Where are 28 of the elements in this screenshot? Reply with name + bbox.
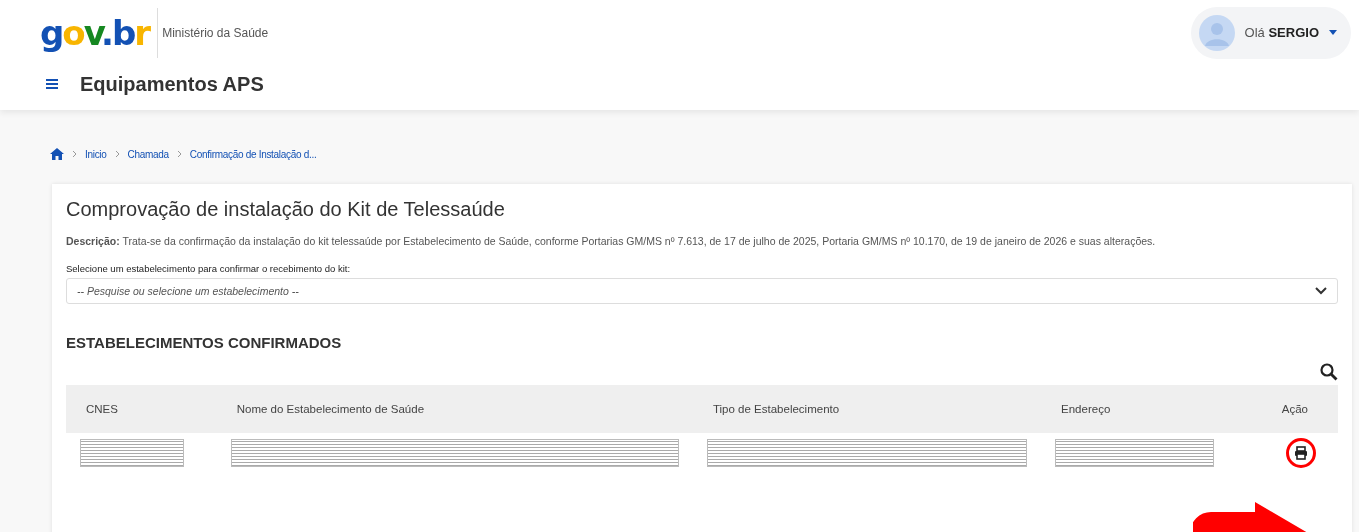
chevron-icon [72,150,77,158]
select-label: Selecione um estabelecimento para confirmar o recebimento do kit: [66,263,352,274]
home-icon[interactable] [50,148,64,160]
column-header: Nome do Estabelecimento de Saúde [236,403,425,415]
section-heading: ESTABELECIMENTOS CONFIRMADOS [66,334,343,351]
app-title: Equipamentos APS [80,72,264,96]
breadcrumb-link[interactable]: Confirmação de Instalação d... [189,148,317,160]
search-icon[interactable] [1320,363,1338,381]
column-header: Tipo de Estabelecimento [712,403,840,415]
chevron-down-icon [1315,287,1327,295]
menu-icon[interactable] [46,79,58,89]
avatar-icon [1198,14,1235,51]
breadcrumb-link[interactable]: Chamada [127,148,169,160]
description-text: Descrição: Trata-se da confirmação da instalação do kit telessaúde por Estabelecimento de Saúde, conforme Portarias GM/MS nº 7.613, de 17 de julho de 2025, Portaria GM/MS nº 10.170, de 19 de janeiro de 2026 e suas alterações. [66,234,1157,249]
breadcrumb-link[interactable]: Inicio [85,148,107,160]
chevron-icon [176,150,182,158]
print-button[interactable] [1286,438,1316,468]
column-header: CNES [86,403,118,415]
chevron-icon [114,150,120,158]
printer-icon [1294,446,1308,460]
column-header: Ação [1281,403,1308,415]
column-header: Endereço [1061,403,1111,415]
gov-logo[interactable]: gov.br [40,15,150,50]
establishment-select[interactable]: -- Pesquise ou selecione um estabelecimento -- [66,278,1338,304]
user-menu-button[interactable]: Olá SERGIO [1190,6,1351,59]
ministry-name: Ministério da Saúde [162,25,269,40]
card-title: Comprovação de instalação do Kit de Telessaúde [66,198,506,221]
caret-icon [1329,30,1337,35]
